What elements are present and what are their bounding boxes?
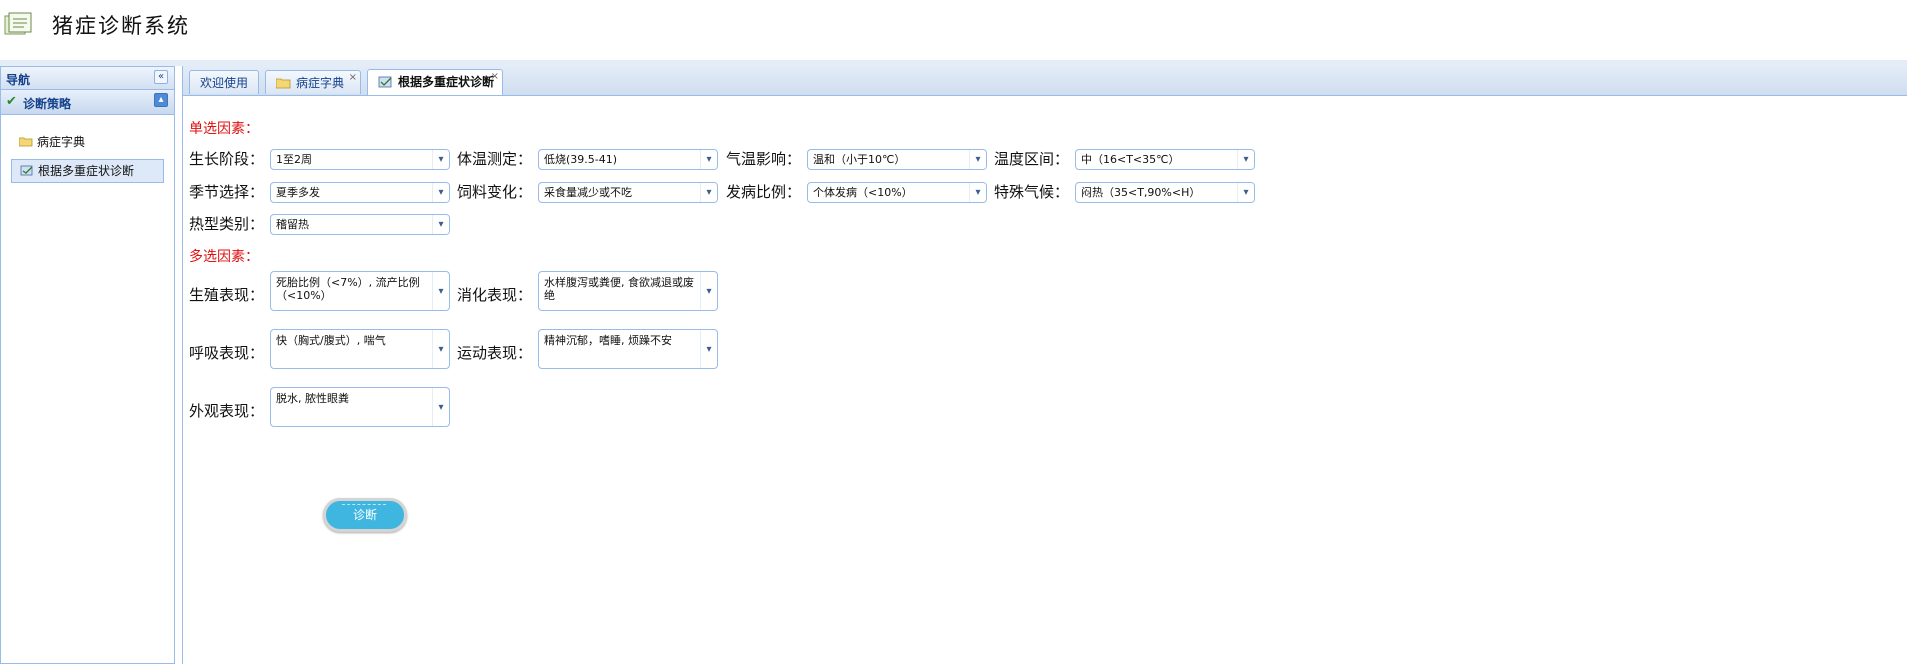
temperature-range-label: 温度区间： [994,150,1070,168]
fever-type-select[interactable]: 稽留热 ▾ [270,214,450,235]
chevron-down-icon[interactable]: ▾ [969,183,986,202]
chevron-down-icon[interactable]: ▾ [432,330,449,368]
respiratory-signs-multiselect[interactable]: 快（胸式/腹式）, 喘气 ▾ [270,329,450,369]
diagnosis-icon [378,76,392,88]
nav-item-label: 根据多重症状诊断 [38,164,135,178]
chevron-down-icon[interactable]: ▾ [700,183,717,202]
temperature-range-value: 中（16<T<35℃） [1081,153,1180,166]
air-temperature-effect-value: 温和（小于10℃） [813,153,906,166]
chevron-down-icon[interactable]: ▾ [432,150,449,169]
diagnosis-form: 单选因素： 生长阶段： 1至2周 ▾ 体温测定： 低烧(39.5-41) ▾ 气… [183,95,1907,664]
chevron-down-icon[interactable]: ▾ [432,272,449,310]
app-title: 猪症诊断系统 [52,14,190,38]
feed-change-label: 饲料变化： [457,183,533,201]
app-logo-icon [4,12,32,35]
season-label: 季节选择： [189,183,265,201]
nav-item-label: 病症字典 [37,135,86,149]
growth-stage-value: 1至2周 [276,153,312,166]
reproductive-signs-multiselect[interactable]: 死胎比例（<7%）, 流产比例（<10%） ▾ [270,271,450,311]
chevron-down-icon[interactable]: ▾ [700,330,717,368]
growth-stage-select[interactable]: 1至2周 ▾ [270,149,450,170]
feed-change-value: 采食量减少或不吃 [544,186,632,199]
reproductive-signs-value: 死胎比例（<7%）, 流产比例（<10%） [276,276,420,302]
incidence-ratio-select[interactable]: 个体发病（<10%） ▾ [807,182,987,203]
nav-list: 病症字典 根据多重症状诊断 [1,115,174,183]
tab-multi-symptom-diagnosis[interactable]: 根据多重症状诊断 × [367,69,503,95]
main-content: 欢迎使用 病症字典 × 根据多重症状诊断 × 单选因素： 生长阶段： 1至2周 … [182,66,1907,664]
diagnose-button-label: 诊断 [352,508,377,522]
tab-label: 病症字典 [296,76,345,90]
digestive-signs-multiselect[interactable]: 水样腹泻或粪便, 食欲减退或废绝 ▾ [538,271,718,311]
temperature-range-select[interactable]: 中（16<T<35℃） ▾ [1075,149,1255,170]
chevron-down-icon[interactable]: ▾ [432,388,449,426]
tab-label: 欢迎使用 [200,76,249,90]
incidence-ratio-label: 发病比例： [726,183,802,201]
chevron-down-icon[interactable]: ▾ [1237,150,1254,169]
incidence-ratio-value: 个体发病（<10%） [813,186,913,199]
season-select[interactable]: 夏季多发 ▾ [270,182,450,203]
nav-item-disease-dictionary[interactable]: 病症字典 [11,131,164,153]
movement-signs-value: 精神沉郁，嗜睡, 烦躁不安 [544,334,672,347]
chevron-down-icon[interactable]: ▾ [969,150,986,169]
movement-signs-label: 运动表现： [457,344,533,362]
app-header: 猪症诊断系统 [0,0,1907,61]
navigation-panel: 导航 « ✔ 诊断策略 ▴ 病症字典 根据多重症状诊断 [0,66,175,664]
fever-type-label: 热型类别： [189,215,265,233]
nav-item-multi-symptom-diagnosis[interactable]: 根据多重症状诊断 [11,159,164,183]
chevron-down-icon[interactable]: ▾ [432,183,449,202]
tab-label: 根据多重症状诊断 [398,75,495,89]
close-icon[interactable]: × [491,65,499,89]
tab-strip: 欢迎使用 病症字典 × 根据多重症状诊断 × [183,66,1907,96]
tab-welcome[interactable]: 欢迎使用 [189,70,259,94]
multi-factor-title: 多选因素： [189,249,259,265]
body-temperature-label: 体温测定： [457,150,533,168]
air-temperature-effect-select[interactable]: 温和（小于10℃） ▾ [807,149,987,170]
reproductive-signs-label: 生殖表现： [189,286,265,304]
accordion-title: 诊断策略 [23,97,72,111]
navigation-header: 导航 « [1,67,174,90]
navigation-title: 导航 [6,73,31,87]
growth-stage-label: 生长阶段： [189,150,265,168]
respiratory-signs-value: 快（胸式/腹式）, 喘气 [276,334,386,347]
collapse-panel-icon[interactable]: « [154,70,168,84]
body-temperature-select[interactable]: 低烧(39.5-41) ▾ [538,149,718,170]
air-temperature-effect-label: 气温影响： [726,150,802,168]
digestive-signs-label: 消化表现： [457,286,533,304]
respiratory-signs-label: 呼吸表现： [189,344,265,362]
special-climate-value: 闷热（35<T,90%<H） [1081,186,1201,199]
chevron-down-icon[interactable]: ▾ [700,272,717,310]
tab-disease-dictionary[interactable]: 病症字典 × [265,70,361,94]
digestive-signs-value: 水样腹泻或粪便, 食欲减退或废绝 [544,276,694,302]
appearance-signs-multiselect[interactable]: 脱水, 脓性眼粪 ▾ [270,387,450,427]
diagnose-button[interactable]: 诊断 [323,498,407,532]
fever-type-value: 稽留热 [276,218,309,231]
close-icon[interactable]: × [349,66,357,90]
body-temperature-value: 低烧(39.5-41) [544,153,618,166]
folder-icon [276,78,291,89]
chevron-down-icon[interactable]: ▾ [700,150,717,169]
movement-signs-multiselect[interactable]: 精神沉郁，嗜睡, 烦躁不安 ▾ [538,329,718,369]
chevron-down-icon[interactable]: ▾ [432,215,449,234]
checkmark-icon: ✔ [6,94,17,109]
collapse-up-icon[interactable]: ▴ [154,93,168,107]
accordion-diagnosis-strategy[interactable]: ✔ 诊断策略 ▴ [1,90,174,115]
diagnosis-icon [20,165,33,176]
appearance-signs-value: 脱水, 脓性眼粪 [276,392,349,405]
chevron-down-icon[interactable]: ▾ [1237,183,1254,202]
folder-icon [19,137,33,147]
single-factor-title: 单选因素： [189,121,259,137]
season-value: 夏季多发 [276,186,320,199]
special-climate-label: 特殊气候： [994,183,1070,201]
feed-change-select[interactable]: 采食量减少或不吃 ▾ [538,182,718,203]
special-climate-select[interactable]: 闷热（35<T,90%<H） ▾ [1075,182,1255,203]
appearance-signs-label: 外观表现： [189,402,265,420]
button-highlight [342,504,386,505]
